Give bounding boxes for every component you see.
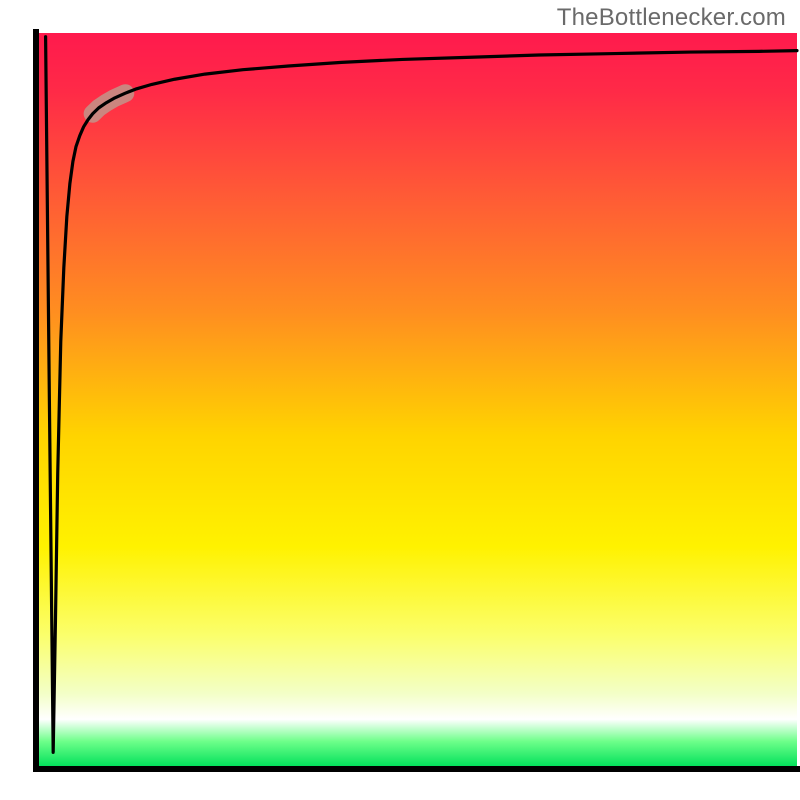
plot-background: [38, 33, 797, 767]
watermark-text: TheBottlenecker.com: [557, 4, 786, 32]
chart-svg: [0, 0, 800, 800]
chart-container: TheBottlenecker.com: [0, 0, 800, 800]
